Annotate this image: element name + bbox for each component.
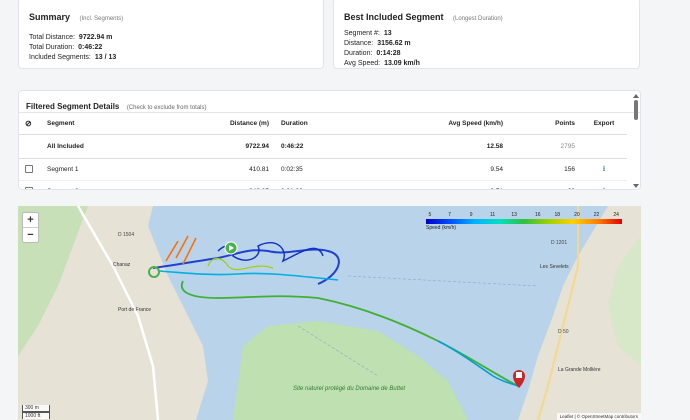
summary-title: Summary [29, 12, 71, 22]
speed-legend: 5 7 9 11 13 16 18 20 22 24 Speed (km/h) [426, 212, 622, 231]
map-label-road: D 1201 [551, 240, 567, 246]
map-label-place: Chanaz [113, 262, 131, 268]
col-segment[interactable]: Segment [41, 113, 193, 135]
map-label-place: La Grande Mollière [558, 367, 601, 373]
summary-row: Total Duration: 0:46:22 [29, 44, 103, 51]
map-label-place: Les Sevelets [540, 264, 569, 270]
water-line [347, 275, 539, 287]
download-icon[interactable]: ⭳ [603, 164, 606, 173]
map-attribution[interactable]: Leaflet | © OpenStreetMap contributors [556, 413, 641, 420]
map-label-park: Site naturel protégé du Domaine de Butte… [293, 386, 405, 392]
segment-details-header: Filtered Segment Details (Check to exclu… [19, 91, 640, 113]
table-row: Segment 2 240.05 0:01:29 9.71 90 ⭳ [19, 180, 627, 190]
zoom-control[interactable]: + − [22, 212, 39, 243]
best-segment-card: Best Included Segment (Longest Duration)… [333, 0, 640, 69]
segment-checkbox[interactable] [25, 186, 33, 189]
stop-icon [516, 372, 522, 378]
summary-row: Total Distance: 9722.94 m [29, 34, 113, 41]
segment-checkbox[interactable] [25, 164, 33, 173]
legend-label: Speed (km/h) [426, 225, 457, 231]
table-scrollbar[interactable] [633, 94, 639, 188]
col-speed[interactable]: Avg Speed (km/h) [407, 113, 509, 135]
zoom-in-button[interactable]: + [23, 213, 38, 227]
segment-details-subtitle: (Check to exclude from totals) [126, 105, 207, 111]
track-segment [152, 248, 340, 285]
download-icon[interactable]: ⭳ [603, 186, 606, 190]
map-label-road: D 50 [558, 329, 569, 335]
track-segment [157, 270, 339, 281]
col-export: Export [581, 113, 627, 135]
table-header-row: ⊘ Segment Distance (m) Duration Avg Spee… [19, 113, 627, 135]
track-map[interactable]: D 1504 D 1201 D 50 Chanaz Port de France… [18, 206, 641, 420]
best-row: Duration: 0:14:28 [344, 50, 401, 57]
map-canvas[interactable]: D 1504 D 1201 D 50 Chanaz Port de France… [18, 206, 641, 420]
map-label-road: D 1504 [118, 232, 134, 238]
track-segment [165, 235, 197, 265]
legend-gradient [426, 219, 622, 224]
summary-card: Summary (Incl. Segments) Total Distance:… [18, 0, 324, 69]
col-points[interactable]: Points [509, 113, 581, 135]
segment-details-panel: Filtered Segment Details (Check to exclu… [18, 90, 641, 190]
legend-ticks: 5 7 9 11 13 16 18 20 22 24 [428, 212, 619, 218]
best-row: Distance: 3156.62 m [344, 40, 411, 47]
best-row: Segment #: 13 [344, 30, 392, 37]
park-area [233, 321, 468, 420]
scroll-thumb[interactable] [634, 100, 638, 120]
scroll-down-icon[interactable] [633, 184, 639, 188]
col-distance[interactable]: Distance (m) [193, 113, 275, 135]
map-label-place: Port de France [118, 307, 151, 313]
ban-icon[interactable]: ⊘ [25, 119, 32, 128]
toggle-all-header[interactable]: ⊘ [19, 113, 41, 135]
best-row: Avg Speed: 13.09 km/h [344, 60, 420, 67]
zoom-out-button[interactable]: − [23, 227, 38, 242]
col-duration[interactable]: Duration [275, 113, 407, 135]
segment-details-title: Filtered Segment Details [26, 102, 120, 111]
segment-table: ⊘ Segment Distance (m) Duration Avg Spee… [19, 113, 627, 190]
best-segment-title: Best Included Segment [344, 12, 444, 22]
table-row-all: All Included 9722.94 0:46:22 12.58 2795 [19, 134, 627, 159]
table-row: Segment 1 410.81 0:02:35 9.54 156 ⭳ [19, 158, 627, 181]
summary-subtitle: (Incl. Segments) [79, 16, 124, 22]
summary-row: Included Segments: 13 / 13 [29, 54, 117, 61]
best-segment-subtitle: (Longest Duration) [452, 16, 503, 22]
scroll-up-icon[interactable] [633, 94, 639, 98]
scale-bar: 300 m 1000 ft [22, 405, 50, 419]
